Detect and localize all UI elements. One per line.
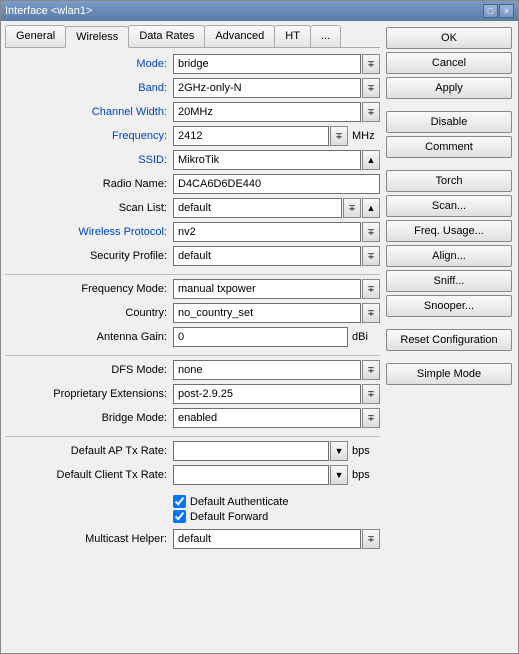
proprietary-ext-input[interactable] bbox=[173, 384, 361, 404]
default-forward-label: Default Forward bbox=[190, 511, 268, 523]
channel-width-dropdown-icon[interactable]: ∓ bbox=[362, 102, 380, 122]
default-authenticate-checkbox[interactable] bbox=[173, 495, 186, 508]
channel-width-label: Channel Width: bbox=[5, 106, 173, 118]
ssid-collapse-icon[interactable]: ▲ bbox=[362, 150, 380, 170]
default-ap-tx-input[interactable] bbox=[173, 441, 329, 461]
mode-dropdown-icon[interactable]: ∓ bbox=[362, 54, 380, 74]
default-client-tx-unit: bps bbox=[352, 469, 380, 481]
multicast-helper-label: Multicast Helper: bbox=[5, 533, 173, 545]
frequency-mode-input[interactable] bbox=[173, 279, 361, 299]
window-title: Interface <wlan1> bbox=[5, 5, 482, 17]
minimize-button[interactable]: □ bbox=[483, 4, 498, 18]
proprietary-ext-label: Proprietary Extensions: bbox=[5, 388, 173, 400]
frequency-input[interactable] bbox=[173, 126, 329, 146]
tab-wireless[interactable]: Wireless bbox=[65, 26, 129, 48]
close-button[interactable]: × bbox=[499, 4, 514, 18]
default-client-tx-expand-icon[interactable]: ▼ bbox=[330, 465, 348, 485]
multicast-helper-dropdown-icon[interactable]: ∓ bbox=[362, 529, 380, 549]
dfs-mode-input[interactable] bbox=[173, 360, 361, 380]
default-client-tx-input[interactable] bbox=[173, 465, 329, 485]
main-panel: General Wireless Data Rates Advanced HT … bbox=[1, 21, 384, 653]
scan-list-label: Scan List: bbox=[5, 202, 173, 214]
freq-usage-button[interactable]: Freq. Usage... bbox=[386, 220, 512, 242]
mode-label: Mode: bbox=[5, 58, 173, 70]
default-ap-tx-unit: bps bbox=[352, 445, 380, 457]
default-ap-tx-label: Default AP Tx Rate: bbox=[5, 445, 173, 457]
band-label: Band: bbox=[5, 82, 173, 94]
dfs-mode-label: DFS Mode: bbox=[5, 364, 173, 376]
bridge-mode-input[interactable] bbox=[173, 408, 361, 428]
security-profile-input[interactable] bbox=[173, 246, 361, 266]
bridge-mode-label: Bridge Mode: bbox=[5, 412, 173, 424]
ssid-label: SSID: bbox=[5, 154, 173, 166]
reset-configuration-button[interactable]: Reset Configuration bbox=[386, 329, 512, 351]
band-input[interactable] bbox=[173, 78, 361, 98]
apply-button[interactable]: Apply bbox=[386, 77, 512, 99]
separator bbox=[5, 436, 380, 437]
security-profile-dropdown-icon[interactable]: ∓ bbox=[362, 246, 380, 266]
radio-name-label: Radio Name: bbox=[5, 178, 173, 190]
scan-list-collapse-icon[interactable]: ▲ bbox=[362, 198, 380, 218]
scan-list-input[interactable] bbox=[173, 198, 342, 218]
proprietary-ext-dropdown-icon[interactable]: ∓ bbox=[362, 384, 380, 404]
torch-button[interactable]: Torch bbox=[386, 170, 512, 192]
interface-window: Interface <wlan1> □ × General Wireless D… bbox=[0, 0, 519, 654]
cancel-button[interactable]: Cancel bbox=[386, 52, 512, 74]
frequency-mode-dropdown-icon[interactable]: ∓ bbox=[362, 279, 380, 299]
default-client-tx-label: Default Client Tx Rate: bbox=[5, 469, 173, 481]
tab-bar: General Wireless Data Rates Advanced HT … bbox=[5, 25, 380, 48]
frequency-label: Frequency: bbox=[5, 130, 173, 142]
comment-button[interactable]: Comment bbox=[386, 136, 512, 158]
disable-button[interactable]: Disable bbox=[386, 111, 512, 133]
antenna-gain-label: Antenna Gain: bbox=[5, 331, 173, 343]
sniff-button[interactable]: Sniff... bbox=[386, 270, 512, 292]
simple-mode-button[interactable]: Simple Mode bbox=[386, 363, 512, 385]
antenna-gain-unit: dBi bbox=[352, 331, 380, 343]
wireless-protocol-input[interactable] bbox=[173, 222, 361, 242]
security-profile-label: Security Profile: bbox=[5, 250, 173, 262]
default-authenticate-label: Default Authenticate bbox=[190, 496, 288, 508]
tab-general[interactable]: General bbox=[5, 25, 66, 47]
antenna-gain-input[interactable] bbox=[173, 327, 348, 347]
tab-data-rates[interactable]: Data Rates bbox=[128, 25, 205, 47]
ok-button[interactable]: OK bbox=[386, 27, 512, 49]
titlebar: Interface <wlan1> □ × bbox=[1, 1, 518, 21]
dfs-mode-dropdown-icon[interactable]: ∓ bbox=[362, 360, 380, 380]
align-button[interactable]: Align... bbox=[386, 245, 512, 267]
default-ap-tx-expand-icon[interactable]: ▼ bbox=[330, 441, 348, 461]
frequency-unit: MHz bbox=[352, 130, 380, 142]
ssid-input[interactable] bbox=[173, 150, 361, 170]
side-panel: OK Cancel Apply Disable Comment Torch Sc… bbox=[384, 21, 518, 653]
tab-more[interactable]: ... bbox=[310, 25, 341, 47]
wireless-protocol-dropdown-icon[interactable]: ∓ bbox=[362, 222, 380, 242]
wireless-protocol-label: Wireless Protocol: bbox=[5, 226, 173, 238]
scan-list-dropdown-icon[interactable]: ∓ bbox=[343, 198, 361, 218]
channel-width-input[interactable] bbox=[173, 102, 361, 122]
country-input[interactable] bbox=[173, 303, 361, 323]
country-label: Country: bbox=[5, 307, 173, 319]
content-area: General Wireless Data Rates Advanced HT … bbox=[1, 21, 518, 653]
tab-advanced[interactable]: Advanced bbox=[204, 25, 275, 47]
separator bbox=[5, 355, 380, 356]
frequency-mode-label: Frequency Mode: bbox=[5, 283, 173, 295]
frequency-dropdown-icon[interactable]: ∓ bbox=[330, 126, 348, 146]
default-forward-checkbox[interactable] bbox=[173, 510, 186, 523]
band-dropdown-icon[interactable]: ∓ bbox=[362, 78, 380, 98]
multicast-helper-input[interactable] bbox=[173, 529, 361, 549]
tab-ht[interactable]: HT bbox=[274, 25, 311, 47]
mode-input[interactable] bbox=[173, 54, 361, 74]
separator bbox=[5, 274, 380, 275]
bridge-mode-dropdown-icon[interactable]: ∓ bbox=[362, 408, 380, 428]
scan-button[interactable]: Scan... bbox=[386, 195, 512, 217]
snooper-button[interactable]: Snooper... bbox=[386, 295, 512, 317]
radio-name-input[interactable] bbox=[173, 174, 380, 194]
country-dropdown-icon[interactable]: ∓ bbox=[362, 303, 380, 323]
